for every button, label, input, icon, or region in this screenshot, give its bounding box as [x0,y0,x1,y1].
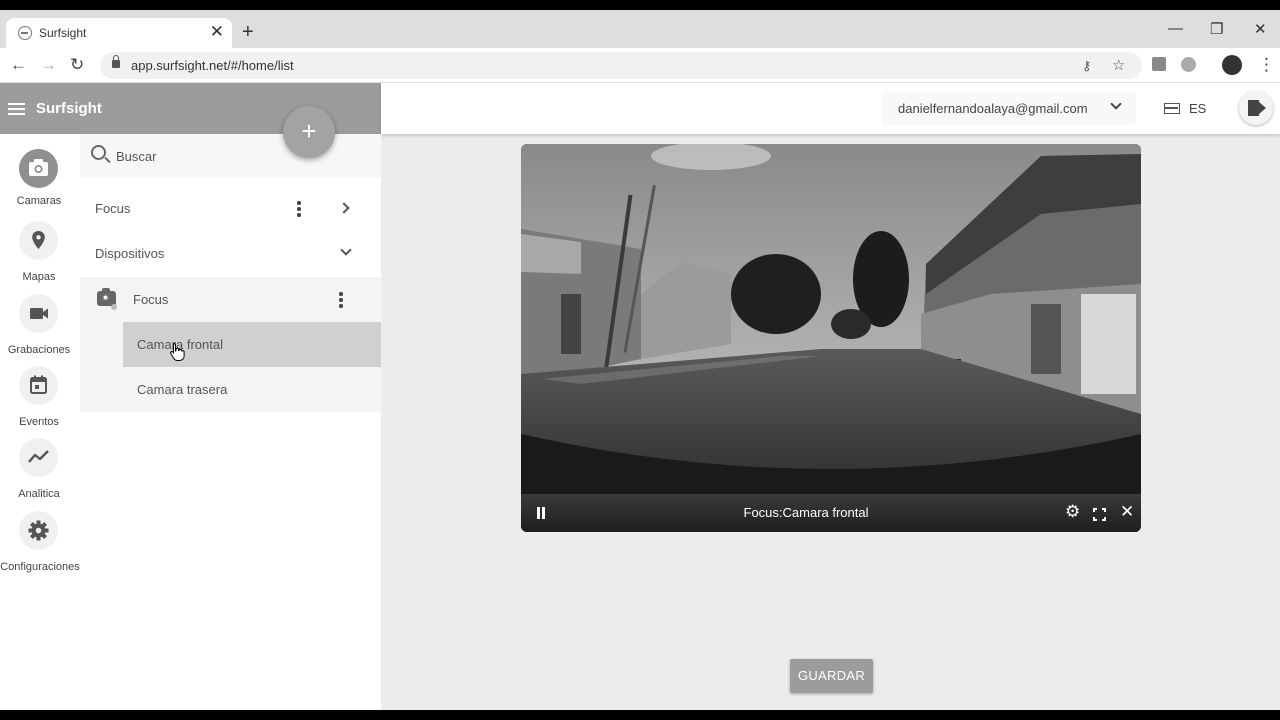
app-window: Surfsight ✕ + — ❐ ✕ ← → ↻ app.surfsight.… [0,10,1280,710]
rail-label: Camaras [16,195,62,207]
player-controls: Focus:Camara frontal ⚙ ✕ [521,494,1141,532]
player-title: Focus:Camara frontal [743,505,869,520]
settings-gear-icon[interactable]: ⚙ [1065,502,1080,522]
new-tab-button[interactable]: + [242,20,254,44]
language-label: ES [1189,101,1207,116]
more-vert-icon[interactable] [339,292,343,308]
forward-button[interactable]: → [40,54,57,76]
fullscreen-icon[interactable] [1093,506,1106,521]
camera-icon [19,149,58,188]
site-favicon-icon [18,26,32,40]
user-email: danielfernandoalaya@gmail.com [898,101,1088,116]
rail-label: Grabaciones [7,344,71,356]
chevron-right-icon[interactable] [338,202,350,214]
rail-item-camaras[interactable]: Camaras [0,149,80,219]
rail-label: Eventos [19,416,59,428]
restore-button[interactable]: ❐ [1210,20,1223,38]
hand-cursor-icon [170,343,185,361]
top-bar: danielfernandoalaya@gmail.com ES [381,83,1280,134]
rail-item-mapas[interactable]: Mapas [0,221,80,291]
logout-button[interactable] [1239,91,1273,125]
browser-tab[interactable]: Surfsight ✕ [6,18,232,48]
save-button[interactable]: GUARDAR [790,659,873,693]
device-label: Focus [133,292,169,307]
list-item-camera[interactable]: Camara frontal [80,322,381,367]
tab-close-icon[interactable]: ✕ [210,21,224,43]
profile-avatar[interactable] [1222,55,1242,75]
rail-label: Analitica [18,488,60,500]
trend-line-icon [19,438,58,477]
rail-item-configuraciones[interactable]: Configuraciones [0,511,80,581]
chevron-down-icon[interactable] [340,244,352,256]
list-item-camera[interactable]: Camara trasera [80,367,381,412]
more-vert-icon[interactable] [297,201,301,217]
bookmark-star-icon[interactable]: ☆ [1112,56,1125,74]
logout-icon [1248,100,1259,116]
chevron-down-icon [1110,98,1122,110]
window-close-button[interactable]: ✕ [1254,20,1267,38]
rail-item-grabaciones[interactable]: Grabaciones [0,294,80,364]
calendar-icon [19,366,58,405]
video-feed [521,144,1141,494]
extension-play-icon[interactable] [1181,57,1196,72]
close-player-icon[interactable]: ✕ [1120,502,1134,522]
browser-tabstrip: Surfsight ✕ + — ❐ ✕ [0,10,1280,48]
list-item-dispositivos[interactable]: Dispositivos [80,231,381,276]
browser-toolbar: ← → ↻ app.surfsight.net/#/home/list ⚷ ☆ … [0,48,1280,83]
search-icon [91,145,106,160]
add-button[interactable]: + [283,106,335,158]
status-dot [111,304,117,310]
list-item-device[interactable]: Focus [80,277,381,322]
device-list-panel: Focus Dispositivos Focus Camara frontal … [80,134,381,710]
reload-button[interactable]: ↻ [70,54,84,76]
rail-item-eventos[interactable]: Eventos [0,366,80,436]
language-selector[interactable]: ES [1151,92,1221,125]
hamburger-menu-icon[interactable] [8,103,25,115]
gear-icon [19,511,58,550]
user-menu[interactable]: danielfernandoalaya@gmail.com [881,92,1136,125]
language-flag-icon [1164,103,1180,114]
key-icon[interactable]: ⚷ [1082,58,1092,74]
video-player[interactable]: Focus:Camara frontal ⚙ ✕ [521,144,1141,532]
brand-title: Surfsight [36,100,102,117]
back-button[interactable]: ← [10,54,27,76]
lock-icon [112,55,120,68]
rail-item-analitica[interactable]: Analitica [0,438,80,508]
map-pin-icon [19,221,58,260]
group-label: Focus [95,201,131,216]
group-label: Dispositivos [95,246,165,261]
list-item-focus-group[interactable]: Focus [80,186,381,231]
url-text: app.surfsight.net/#/home/list [131,58,294,73]
extension-pdf-icon[interactable] [1152,57,1166,71]
nav-rail: Camaras Mapas Grabaciones Eventos Analit… [0,134,80,710]
tab-title: Surfsight [39,26,87,40]
browser-menu-icon[interactable]: ⋮ [1258,54,1275,76]
minimize-button[interactable]: — [1168,20,1183,37]
camera-label: Camara trasera [137,382,228,397]
search-bar [80,134,381,178]
rail-label: Configuraciones [0,561,80,573]
address-bar[interactable]: app.surfsight.net/#/home/list ⚷ ☆ [100,52,1142,79]
rail-label: Mapas [22,271,56,283]
video-camera-icon [19,294,58,333]
